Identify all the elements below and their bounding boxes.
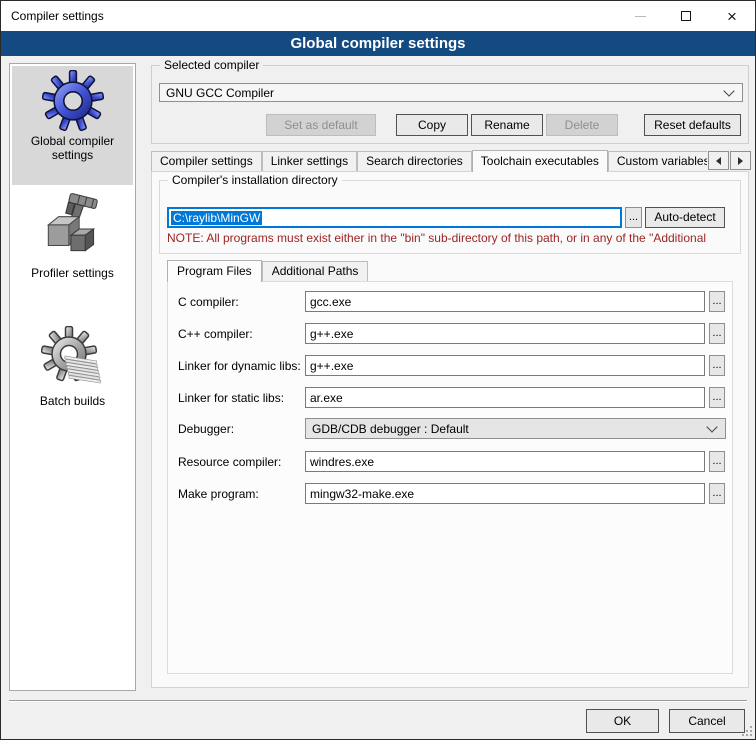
selected-compiler-value: GNU GCC Compiler [166,86,274,100]
left-arrow-icon [716,157,721,165]
chevron-down-icon [723,85,734,96]
maximize-icon [681,11,691,21]
right-arrow-icon [738,157,743,165]
blue-gear-icon [42,70,104,132]
c-compiler-input[interactable] [305,291,705,312]
maximize-button[interactable] [663,1,709,31]
browse-button[interactable]: ... [709,355,725,376]
tab-custom-variables[interactable]: Custom variables [608,151,707,171]
browse-button[interactable]: ... [709,451,725,472]
sidebar-item-label: Profiler settings [12,266,133,280]
cpp-compiler-input[interactable] [305,323,705,344]
executables-subtab-bar: Program Files Additional Paths [167,259,368,282]
tab-toolchain-executables[interactable]: Toolchain executables [472,150,608,172]
copy-button[interactable]: Copy [396,114,468,136]
chevron-down-icon [706,421,717,432]
caliper-cubes-icon [40,192,106,264]
field-label: Resource compiler: [178,455,281,469]
installation-directory-selected-text: C:\raylib\MinGW [171,211,262,225]
browse-directory-button[interactable]: ... [625,207,642,228]
resource-compiler-input[interactable] [305,451,705,472]
subtab-program-files[interactable]: Program Files [167,260,262,282]
browse-button[interactable]: ... [709,323,725,344]
minimize-button[interactable] [617,1,663,31]
selected-compiler-group-label: Selected compiler [160,58,263,72]
ok-button[interactable]: OK [586,709,659,733]
gray-gear-papers-icon [41,326,105,392]
tab-linker-settings[interactable]: Linker settings [262,151,357,171]
settings-tab-bar: Compiler settings Linker settings Search… [151,150,707,172]
field-label: Linker for static libs: [178,391,284,405]
compiler-settings-dialog: Compiler settings × Global compiler sett… [0,0,756,740]
auto-detect-button[interactable]: Auto-detect [645,207,725,228]
field-label: Linker for dynamic libs: [178,359,301,373]
installation-directory-group: Compiler's installation directory C:\ray… [159,180,741,254]
field-label: C compiler: [178,295,239,309]
program-files-panel: C compiler: ... C++ compiler: ... Linker… [167,281,733,674]
sidebar-item-label: Batch builds [12,394,133,408]
sidebar-item-global-compiler-settings[interactable]: Global compiler settings [12,66,133,185]
close-icon: × [727,8,737,25]
window-title: Compiler settings [11,9,104,23]
tab-compiler-settings[interactable]: Compiler settings [151,151,262,171]
set-as-default-button[interactable]: Set as default [266,114,376,136]
browse-button[interactable]: ... [709,291,725,312]
page-title: Global compiler settings [290,35,465,52]
installation-directory-group-label: Compiler's installation directory [168,173,342,187]
dynamic-libs-linker-input[interactable] [305,355,705,376]
delete-button[interactable]: Delete [546,114,618,136]
field-label: Make program: [178,487,259,501]
selected-compiler-group: Selected compiler GNU GCC Compiler Set a… [151,65,749,144]
make-program-input[interactable] [305,483,705,504]
debugger-value: GDB/CDB debugger : Default [312,422,469,436]
browse-button[interactable]: ... [709,483,725,504]
settings-category-list: Global compiler settings [9,63,136,691]
field-label: Debugger: [178,422,234,436]
footer-separator [9,700,747,702]
rename-button[interactable]: Rename [471,114,543,136]
close-button[interactable]: × [709,1,755,31]
section-banner: Global compiler settings [1,31,755,56]
bin-subdirectory-note: NOTE: All programs must exist either in … [167,231,738,245]
tab-scroll-right-button[interactable] [730,151,751,170]
sidebar-item-profiler-settings[interactable]: Profiler settings [12,188,133,298]
field-row-debugger: Debugger: GDB/CDB debugger : Default [168,418,732,440]
minimize-icon [635,16,646,17]
sidebar-item-label: Global compiler settings [12,134,133,162]
installation-directory-input[interactable]: C:\raylib\MinGW [167,207,622,228]
field-row-make-program: Make program: ... [168,483,732,505]
reset-defaults-button[interactable]: Reset defaults [644,114,741,136]
toolchain-executables-panel: Compiler's installation directory C:\ray… [151,171,749,688]
tab-search-directories[interactable]: Search directories [357,151,472,171]
selected-compiler-select[interactable]: GNU GCC Compiler [159,83,743,102]
resize-grip[interactable] [742,726,752,736]
field-row-dynamic-linker: Linker for dynamic libs: ... [168,355,732,377]
field-row-static-linker: Linker for static libs: ... [168,387,732,409]
subtab-additional-paths[interactable]: Additional Paths [262,261,369,281]
field-row-cpp-compiler: C++ compiler: ... [168,323,732,345]
field-label: C++ compiler: [178,327,253,341]
sidebar-item-batch-builds[interactable]: Batch builds [12,322,133,427]
field-row-resource-compiler: Resource compiler: ... [168,451,732,473]
browse-button[interactable]: ... [709,387,725,408]
static-libs-linker-input[interactable] [305,387,705,408]
debugger-select[interactable]: GDB/CDB debugger : Default [305,418,726,439]
dialog-body: Global compiler settings [1,56,755,739]
tab-scroll-left-button[interactable] [708,151,729,170]
cancel-button[interactable]: Cancel [669,709,745,733]
title-bar[interactable]: Compiler settings × [1,1,755,31]
field-row-c-compiler: C compiler: ... [168,291,732,313]
